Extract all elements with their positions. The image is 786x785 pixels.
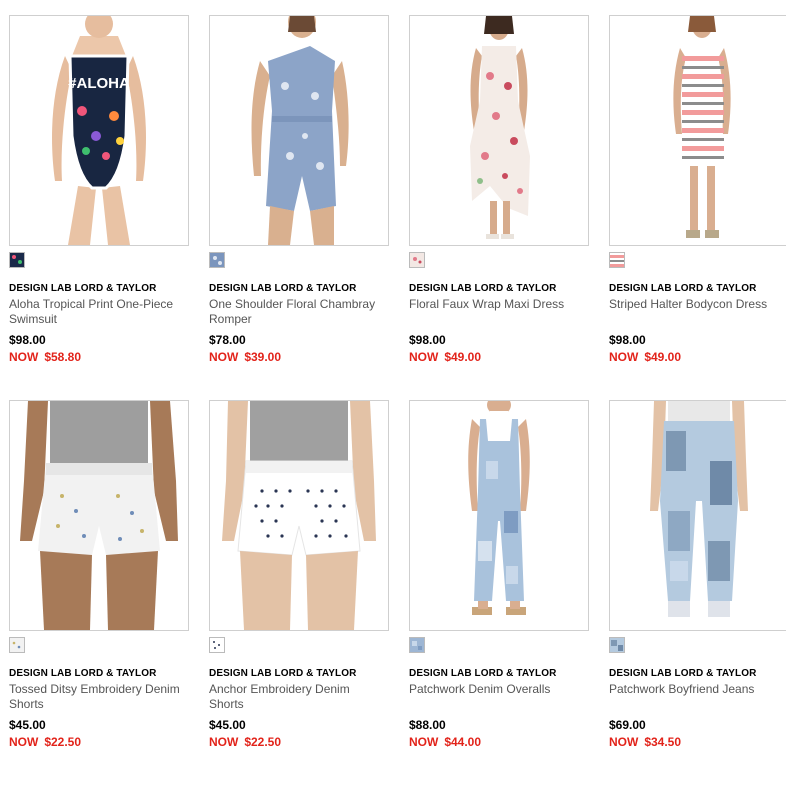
product-grid: #ALOHA DESIGN LAB LORD & TAYLOR Aloha Tr… [9,15,786,785]
svg-text:#ALOHA: #ALOHA [68,75,130,92]
sale-price: $22.50 [44,735,82,749]
product-image-jeans[interactable] [609,400,786,631]
sale-price-line: NOW $49.00 [609,350,786,364]
product-brand[interactable]: DESIGN LAB LORD & TAYLOR [9,668,189,679]
sale-price-line: NOW $49.00 [409,350,589,364]
product-card[interactable]: DESIGN LAB LORD & TAYLOR Patchwork Denim… [409,400,589,749]
product-name[interactable]: One Shoulder Floral Chambray Romper [209,297,387,327]
product-brand[interactable]: DESIGN LAB LORD & TAYLOR [609,283,786,294]
product-name[interactable]: Tossed Ditsy Embroidery Denim Shorts [9,682,187,712]
sale-label: NOW [209,735,239,749]
color-swatch[interactable] [209,637,225,653]
sale-price: $49.00 [644,350,682,364]
sale-price-line: NOW $44.00 [409,735,589,749]
product-brand[interactable]: DESIGN LAB LORD & TAYLOR [609,668,786,679]
original-price: $45.00 [9,718,46,732]
product-name[interactable]: Anchor Embroidery Denim Shorts [209,682,387,712]
product-image-overalls[interactable] [409,400,589,631]
sale-price: $34.50 [644,735,682,749]
product-card[interactable]: DESIGN LAB LORD & TAYLOR Patchwork Boyfr… [609,400,786,749]
sale-label: NOW [9,735,39,749]
sale-price-line: NOW $58.80 [9,350,189,364]
product-card[interactable]: DESIGN LAB LORD & TAYLOR One Shoulder Fl… [209,15,389,364]
product-name[interactable]: Aloha Tropical Print One-Piece Swimsuit [9,297,187,327]
color-swatch[interactable] [409,637,425,653]
color-swatch[interactable] [609,637,625,653]
color-swatch[interactable] [409,252,425,268]
color-swatch[interactable] [209,252,225,268]
product-brand[interactable]: DESIGN LAB LORD & TAYLOR [409,283,589,294]
product-image-anchor-shorts[interactable] [209,400,389,631]
sale-label: NOW [9,350,39,364]
product-brand[interactable]: DESIGN LAB LORD & TAYLOR [209,668,389,679]
product-card[interactable]: DESIGN LAB LORD & TAYLOR Tossed Ditsy Em… [9,400,189,749]
sale-price-line: NOW $34.50 [609,735,786,749]
sale-price: $39.00 [244,350,282,364]
product-name[interactable]: Floral Faux Wrap Maxi Dress [409,297,587,327]
sale-label: NOW [409,350,439,364]
product-image-denim-shorts[interactable] [9,400,189,631]
original-price: $45.00 [209,718,246,732]
product-brand[interactable]: DESIGN LAB LORD & TAYLOR [409,668,589,679]
color-swatch[interactable] [9,252,25,268]
sale-price: $44.00 [444,735,482,749]
product-name[interactable]: Patchwork Boyfriend Jeans [609,682,786,712]
color-swatch[interactable] [9,637,25,653]
original-price: $98.00 [9,333,46,347]
sale-label: NOW [609,735,639,749]
product-brand[interactable]: DESIGN LAB LORD & TAYLOR [209,283,389,294]
sale-price-line: NOW $22.50 [209,735,389,749]
product-row: #ALOHA DESIGN LAB LORD & TAYLOR Aloha Tr… [9,15,786,400]
color-swatch[interactable] [609,252,625,268]
sale-price-line: NOW $39.00 [209,350,389,364]
original-price: $98.00 [409,333,446,347]
original-price: $98.00 [609,333,646,347]
product-name[interactable]: Striped Halter Bodycon Dress [609,297,786,327]
product-image-swimsuit[interactable]: #ALOHA [9,15,189,246]
product-card[interactable]: #ALOHA DESIGN LAB LORD & TAYLOR Aloha Tr… [9,15,189,364]
sale-price: $22.50 [244,735,282,749]
sale-label: NOW [609,350,639,364]
original-price: $88.00 [409,718,446,732]
original-price: $78.00 [209,333,246,347]
product-card[interactable]: DESIGN LAB LORD & TAYLOR Floral Faux Wra… [409,15,589,364]
product-image-bodycon-dress[interactable] [609,15,786,246]
product-image-maxi-dress[interactable] [409,15,589,246]
sale-label: NOW [209,350,239,364]
product-row: DESIGN LAB LORD & TAYLOR Tossed Ditsy Em… [9,400,786,785]
product-image-romper[interactable] [209,15,389,246]
product-card[interactable]: DESIGN LAB LORD & TAYLOR Striped Halter … [609,15,786,364]
product-name[interactable]: Patchwork Denim Overalls [409,682,587,712]
product-brand[interactable]: DESIGN LAB LORD & TAYLOR [9,283,189,294]
sale-price: $49.00 [444,350,482,364]
sale-label: NOW [409,735,439,749]
sale-price-line: NOW $22.50 [9,735,189,749]
sale-price: $58.80 [44,350,82,364]
original-price: $69.00 [609,718,646,732]
product-card[interactable]: DESIGN LAB LORD & TAYLOR Anchor Embroide… [209,400,389,749]
